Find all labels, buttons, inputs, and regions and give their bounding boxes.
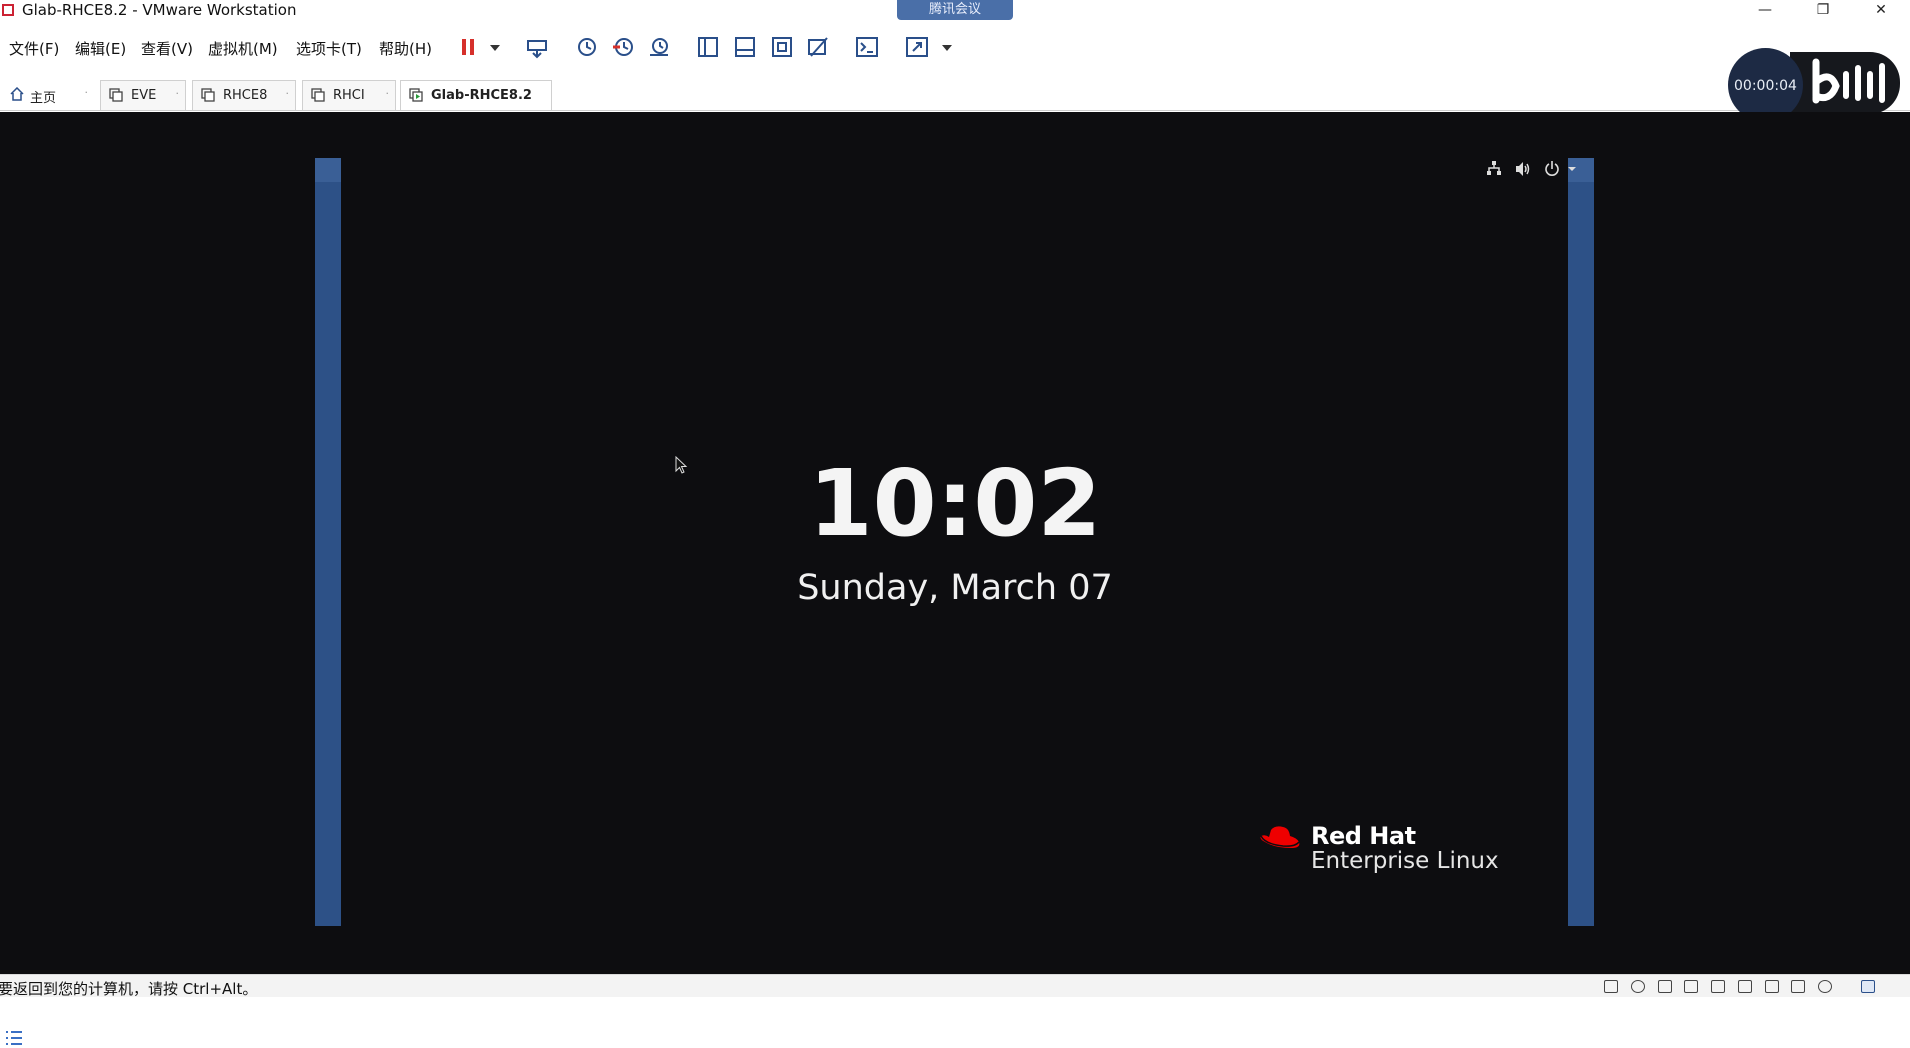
meeting-badge[interactable]: 腾讯会议 [897,0,1013,20]
display-icon[interactable] [1791,980,1806,993]
tab-label: RHCE8 [223,88,268,103]
red-hat-icon [1260,826,1300,848]
logo-line2: Enterprise Linux [1311,848,1499,874]
message-icon[interactable] [1818,980,1833,993]
snapshot-icon[interactable] [574,34,600,60]
vm-icon [109,88,123,102]
tab-close-icon[interactable]: · [176,87,180,100]
fit-guest-icon[interactable] [769,34,795,60]
menu-file[interactable]: 文件(F) [9,38,59,59]
fullscreen-icon[interactable] [1861,980,1876,993]
printer-icon[interactable] [1711,980,1726,993]
logo-line1: Red Hat [1311,822,1416,850]
red-hat-logo: Red Hat Enterprise Linux [1257,818,1517,890]
home-icon [10,87,24,101]
minimize-button[interactable]: — [1742,0,1788,22]
menu-view[interactable]: 查看(V) [141,38,193,59]
sound-icon[interactable] [1737,980,1752,993]
lock-screen-clock: 10:02 [808,450,1102,557]
screen-recorder-widget[interactable]: 00:00:04 [1728,48,1900,122]
window-title: Glab-RHCE8.2 - VMware Workstation [22,1,297,19]
network-adapter-icon[interactable] [1657,980,1672,993]
menu-bar: 文件(F) 编辑(E) 查看(V) 虚拟机(M) 选项卡(T) 帮助(H) [0,28,1910,68]
recorder-logo [1790,52,1900,114]
cd-icon[interactable] [1630,980,1645,993]
vm-icon [311,88,325,102]
vm-display[interactable]: 10:02 Sunday, March 07 Red Hat Enterpris… [0,112,1910,1045]
network-icon [1487,161,1501,175]
recorder-timer: 00:00:04 [1734,78,1797,94]
tab-bar: 主页 · EVE · RHCE8 · RHCI · Glab-RHCE8.2 [0,72,1910,111]
fullscreen-icon[interactable] [904,34,930,60]
tab-label: RHCI [333,88,365,103]
tab-rhce8[interactable]: RHCE8 · [192,80,296,110]
title-bar: Glab-RHCE8.2 - VMware Workstation 腾讯会议 —… [0,0,1910,22]
power-icon [1545,161,1559,176]
send-keys-icon[interactable] [524,34,550,60]
pause-icon[interactable] [456,34,482,60]
tab-close-icon[interactable]: · [85,86,89,99]
close-button[interactable]: ✕ [1858,0,1904,22]
volume-icon [1516,162,1530,176]
library-icon[interactable] [695,34,721,60]
restore-button[interactable]: ❐ [1800,0,1846,22]
tab-eve[interactable]: EVE · [100,80,186,110]
hdd-icon[interactable] [1604,980,1618,993]
vm-icon [201,88,215,102]
tab-close-icon[interactable]: · [386,87,390,100]
console-view-icon[interactable] [732,34,758,60]
menu-tabs[interactable]: 选项卡(T) [296,38,362,59]
tab-home[interactable]: 主页 · [2,80,94,110]
revert-snapshot-icon[interactable] [610,34,636,60]
menu-edit[interactable]: 编辑(E) [75,38,126,59]
network-adapter-2-icon[interactable] [1684,980,1699,993]
device-icons [1604,979,1883,995]
usb-icon[interactable] [1764,980,1779,993]
menu-help[interactable]: 帮助(H) [379,38,432,59]
snapshot-manager-icon[interactable] [646,34,672,60]
vmware-app-icon [2,4,14,16]
list-menu-icon[interactable] [4,1028,24,1048]
system-status-area[interactable] [1486,160,1580,180]
tab-label: 主页 [30,91,57,106]
tab-rhci[interactable]: RHCI · [302,80,396,110]
tab-close-icon[interactable]: · [286,87,290,100]
dropdown-icon[interactable] [482,34,500,60]
tab-label: EVE [131,88,157,103]
menu-arrow-icon [1568,167,1576,171]
fullscreen-dropdown-icon[interactable] [934,34,952,60]
menu-vm[interactable]: 虚拟机(M) [208,38,278,59]
terminal-icon[interactable] [854,34,880,60]
vm-running-icon [409,88,423,102]
tab-glab-rhce82[interactable]: Glab-RHCE8.2 [400,80,552,110]
unity-icon[interactable] [805,34,831,60]
tab-label: Glab-RHCE8.2 [431,88,532,103]
status-bar: 要返回到您的计算机，请按 Ctrl+Alt。 [0,974,1910,998]
lock-screen-date: Sunday, March 07 [797,568,1113,608]
